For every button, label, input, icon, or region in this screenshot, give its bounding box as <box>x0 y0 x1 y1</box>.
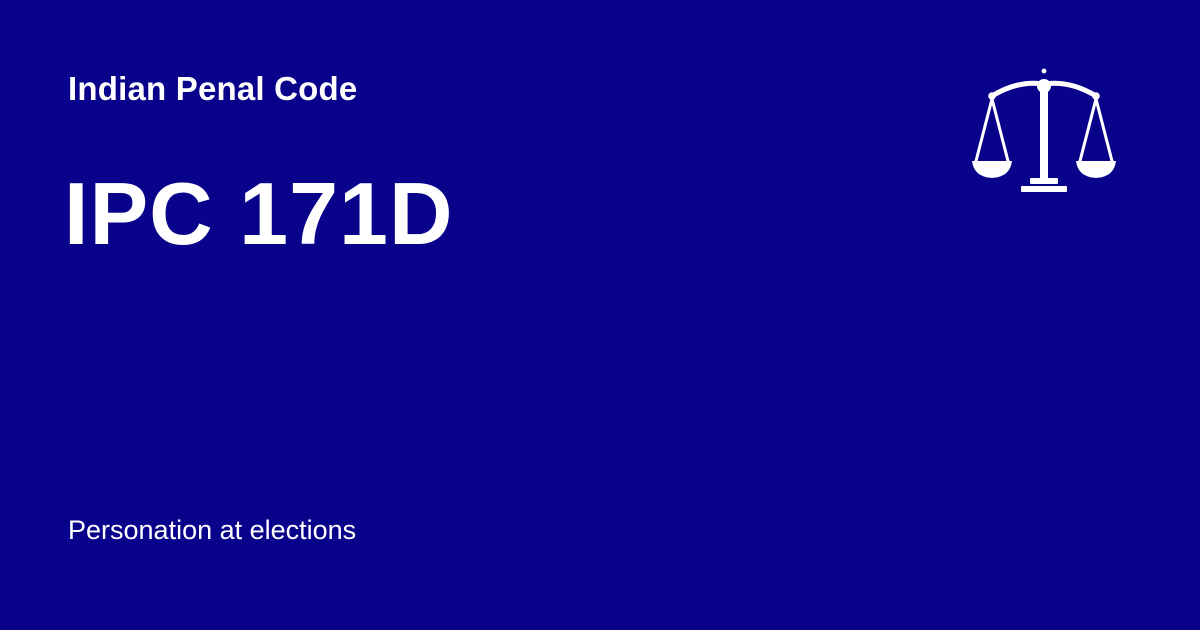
section-title: Personation at elections <box>68 515 357 545</box>
category-label: Indian Penal Code <box>68 70 358 107</box>
scales-of-justice-icon <box>972 68 1116 192</box>
social-card: Indian Penal Code IPC 171D Personation a… <box>0 0 1200 630</box>
section-code: IPC 171D <box>64 164 454 263</box>
